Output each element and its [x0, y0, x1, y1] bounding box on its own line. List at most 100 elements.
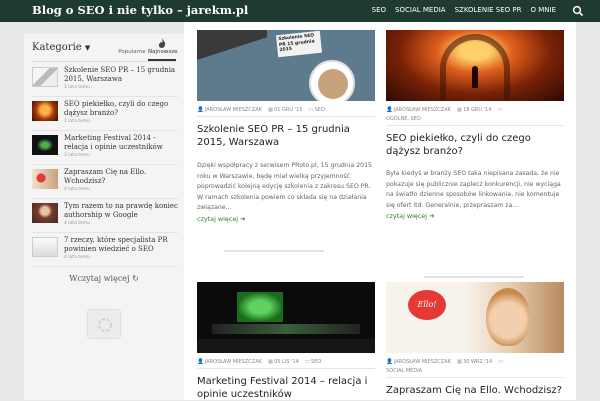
author-name: JAROSŁAW MIESZCZAK: [393, 359, 451, 365]
tab-najnowsze[interactable]: Najnowsze: [148, 36, 178, 61]
date: ▦05 LIS '14: [268, 359, 299, 365]
sidebar: Kategorie ▼ Popularne Najnowsze Szkoleni…: [24, 34, 184, 400]
paper-card: Szkolenie SEO PR 15 grudnia 2015: [275, 30, 323, 58]
meta-divider: [197, 116, 375, 117]
tab-popularne[interactable]: Popularne: [118, 36, 146, 60]
nav-item-social-media[interactable]: SOCIAL MEDIA: [395, 6, 446, 14]
date: ▦30 WRZ '14: [457, 359, 492, 365]
tab-popularne-label: Popularne: [118, 49, 146, 55]
audience: [197, 339, 375, 353]
list-item-time: 1 lata temu: [64, 85, 91, 90]
list-item-title: Zapraszam Cię na Ello. Wchodzisz?: [64, 168, 147, 185]
post-categories[interactable]: SOCIAL MEDIA: [386, 368, 564, 374]
list-item-title: SEO piekiełko, czyli do czego dążysz bra…: [64, 100, 169, 117]
excerpt-text: Była kiedyś w branży SEO taka niepisana …: [386, 170, 561, 209]
category[interactable]: ▭SEO: [305, 359, 321, 365]
nav-item-szkolenie-seo-pr[interactable]: SZKOLENIE SEO PR: [455, 6, 522, 14]
list-item[interactable]: Szkolenie SEO PR – 15 grudnia 2015, Wars…: [32, 66, 178, 100]
author[interactable]: 👤JAROSŁAW MIESZCZAK: [197, 359, 262, 365]
calendar-icon: ▦: [267, 359, 274, 365]
post-title[interactable]: Szkolenie SEO PR – 15 grudnia 2015, Wars…: [197, 123, 375, 149]
tab-najnowsze-label: Najnowsze: [148, 49, 178, 55]
list-item[interactable]: Zapraszam Cię na Ello. Wchodzisz? 4 lata …: [32, 168, 178, 202]
post-meta: 👤JAROSŁAW MIESZCZAK ▦05 LIS '14 ▭SEO: [197, 359, 375, 365]
post-meta: 👤JAROSŁAW MIESZCZAK ▦30 WRZ '14 ▭: [386, 359, 564, 365]
category-text: SEO: [311, 359, 322, 365]
read-more-label: czytaj więcej: [197, 214, 239, 223]
list-item[interactable]: Tym razem to na prawdę koniec authorship…: [32, 202, 178, 236]
main-nav: SEO SOCIAL MEDIA SZKOLENIE SEO PR O MNIE: [372, 6, 556, 14]
search-icon[interactable]: [572, 5, 584, 17]
read-more-link[interactable]: czytaj więcej ➔: [197, 215, 245, 223]
list-item[interactable]: Marketing Festival 2014 - relacja i opin…: [32, 134, 178, 168]
category[interactable]: ▭SEO: [308, 107, 324, 113]
user-icon: 👤: [197, 359, 204, 365]
figure-shape: [472, 66, 478, 88]
site-title[interactable]: Blog o SEO i nie tylko – jarekm.pl: [32, 3, 248, 17]
stage-screen: [237, 292, 283, 322]
caret-down-icon: ▼: [84, 44, 91, 52]
post-excerpt: Była kiedyś w branży SEO taka niepisana …: [386, 169, 564, 223]
user-icon: 👤: [197, 107, 204, 113]
speech-bubble: Ello!: [408, 290, 446, 320]
post-title[interactable]: Marketing Festival 2014 – relacja i opin…: [197, 375, 375, 401]
author-name: JAROSŁAW MIESZCZAK: [393, 107, 451, 113]
post-title[interactable]: SEO piekiełko, czyli do czego dążysz bra…: [386, 132, 564, 158]
nav-item-seo[interactable]: SEO: [372, 6, 386, 14]
top-bar: Blog o SEO i nie tylko – jarekm.pl SEO S…: [0, 0, 600, 22]
author-name: JAROSŁAW MIESZCZAK: [204, 359, 262, 365]
sidebar-tabs: Popularne Najnowsze: [118, 36, 178, 61]
excerpt-text: Dzięki współpracy z serwisem PRoto.pl, 1…: [197, 162, 372, 211]
section-divider: [424, 276, 524, 278]
list-item-time: 1 lata temu: [64, 119, 91, 124]
list-item-title: 7 rzeczy, które specjalista PR powinien …: [64, 236, 168, 253]
list-item[interactable]: SEO piekiełko, czyli do czego dążysz bra…: [32, 100, 178, 134]
list-item-title: Marketing Festival 2014 - relacja i opin…: [64, 134, 163, 151]
category-text: SEO: [314, 107, 325, 113]
post-image[interactable]: Szkolenie SEO PR 15 grudnia 2015: [197, 30, 375, 101]
post-thumbnail: [32, 101, 58, 121]
user-icon: 👤: [386, 359, 393, 365]
post-thumbnail: [32, 67, 58, 87]
post-card: Ello! 👤JAROSŁAW MIESZCZAK ▦30 WRZ '14 ▭ …: [386, 282, 564, 397]
date-text: 30 WRZ '14: [463, 359, 493, 365]
meta-divider: [386, 125, 564, 126]
folder-icon: ▭: [498, 359, 504, 365]
categories-dropdown[interactable]: Kategorie ▼: [32, 42, 90, 53]
date: ▦18 GRU '14: [457, 107, 492, 113]
folder-icon: ▭: [304, 359, 311, 365]
author[interactable]: 👤JAROSŁAW MIESZCZAK: [386, 107, 451, 113]
folder-icon: ▭: [497, 107, 503, 113]
list-item-time: 3 lata temu: [64, 153, 91, 158]
post-thumbnail: [32, 203, 58, 223]
post-image[interactable]: [386, 30, 564, 101]
post-categories[interactable]: OGÓLNE, SEO: [386, 116, 564, 122]
section-divider: [224, 250, 324, 252]
post-image[interactable]: [197, 282, 375, 353]
load-more-button[interactable]: Wczytaj więcej ↻: [24, 274, 184, 283]
post-title[interactable]: Zapraszam Cię na Ello. Wchodzisz?: [386, 384, 564, 397]
read-more-label: czytaj więcej: [386, 212, 428, 220]
date-text: 05 LIS '14: [274, 359, 299, 365]
author[interactable]: 👤JAROSŁAW MIESZCZAK: [197, 107, 262, 113]
post-excerpt: Dzięki współpracy z serwisem PRoto.pl, 1…: [197, 161, 375, 225]
read-more-link[interactable]: czytaj więcej ➔: [386, 212, 434, 220]
list-icon: [118, 38, 146, 49]
author[interactable]: 👤JAROSŁAW MIESZCZAK: [386, 359, 451, 365]
list-item[interactable]: 7 rzeczy, które specjalista PR powinien …: [32, 236, 178, 270]
meta-divider: [386, 377, 564, 378]
user-icon: 👤: [386, 107, 393, 113]
arrow-right-icon: ➔: [429, 212, 435, 220]
post-thumbnail: [32, 237, 58, 257]
date-text: 18 GRU '14: [463, 107, 492, 113]
nav-item-o-mnie[interactable]: O MNIE: [531, 6, 557, 14]
post-card: 👤JAROSŁAW MIESZCZAK ▦18 GRU '14 ▭ OGÓLNE…: [386, 30, 564, 223]
load-more-label: Wczytaj więcej: [69, 274, 130, 283]
meta-divider: [197, 368, 375, 369]
post-image[interactable]: Ello!: [386, 282, 564, 353]
post-thumbnail: [32, 135, 58, 155]
date-text: 01 GRU '15: [274, 107, 303, 113]
arrow-right-icon: ➔: [240, 214, 246, 223]
date: ▦01 GRU '15: [268, 107, 303, 113]
calendar-icon: ▦: [267, 107, 274, 113]
